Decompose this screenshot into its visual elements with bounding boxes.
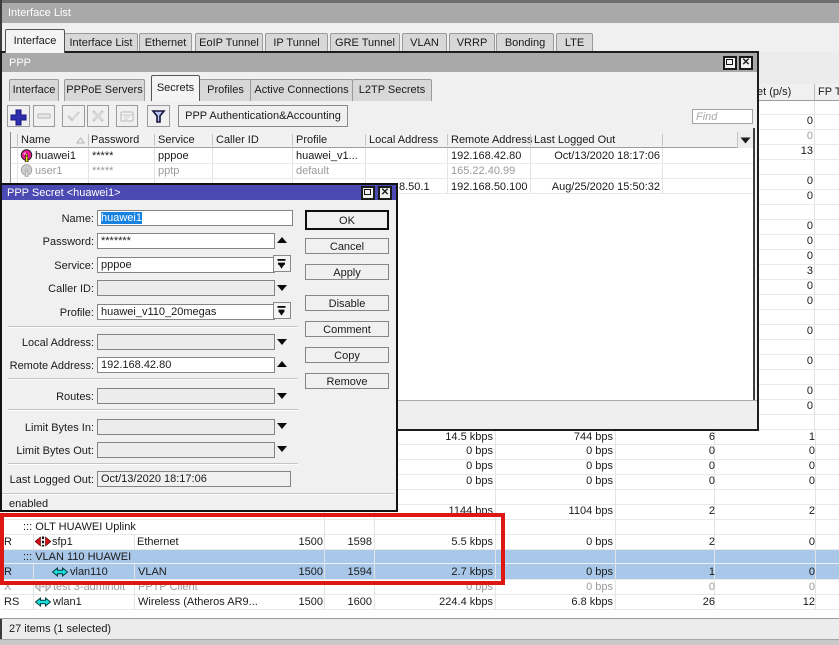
svg-text:i: i xyxy=(25,153,28,164)
svg-text:i: i xyxy=(25,168,28,179)
